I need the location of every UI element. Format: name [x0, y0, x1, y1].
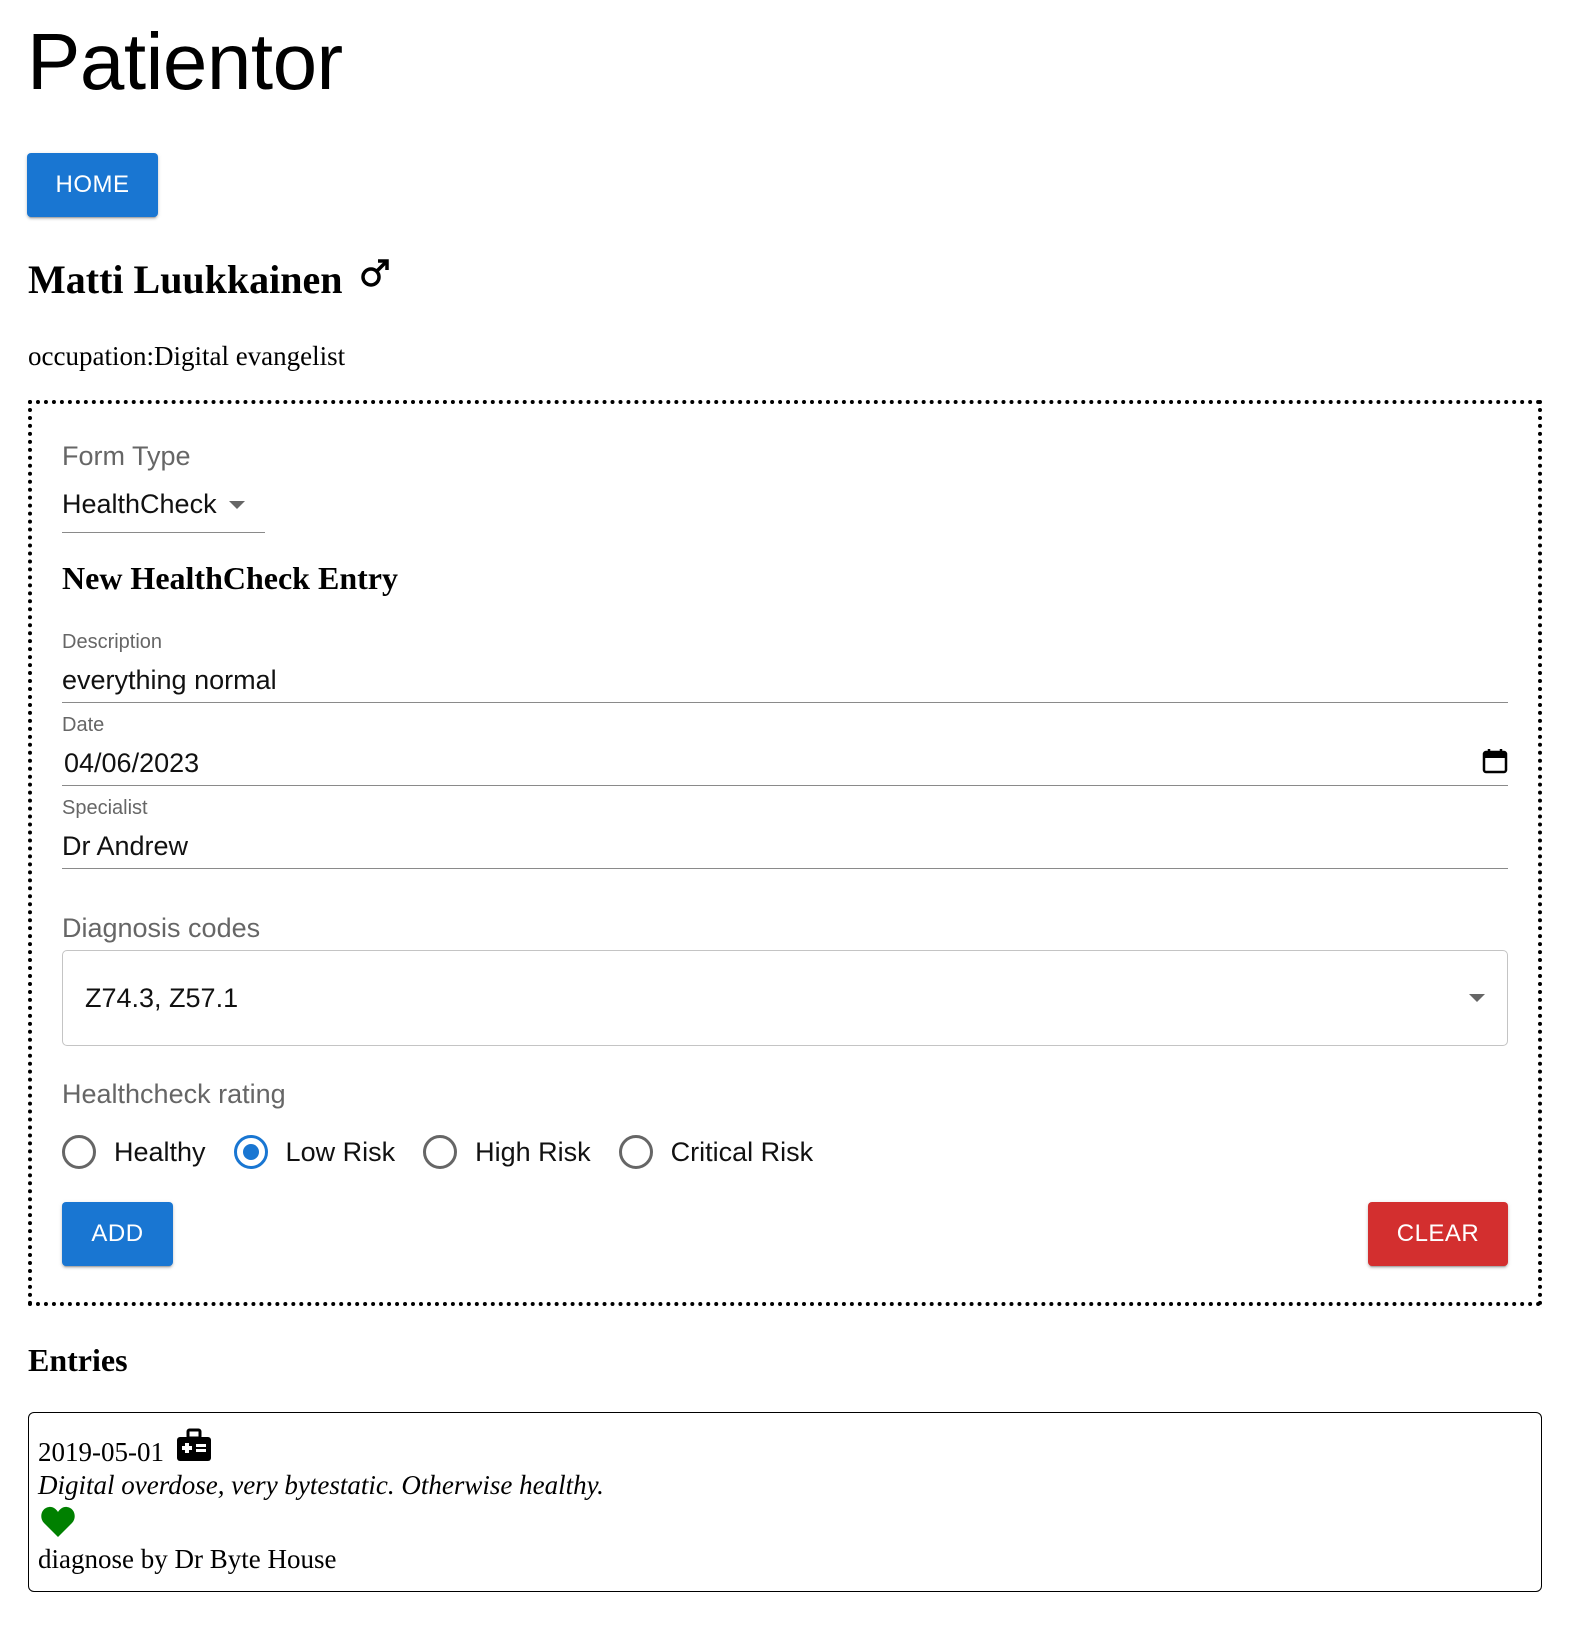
male-icon [360, 259, 389, 287]
clear-button[interactable]: CLEAR [1368, 1202, 1508, 1266]
form-type-select[interactable]: HealthCheck [62, 482, 265, 533]
add-button[interactable]: ADD [62, 1202, 173, 1266]
description-label: Description [62, 631, 163, 653]
healthcheck-rating-label: Healthcheck rating [62, 1079, 286, 1109]
form-title: New HealthCheck Entry [62, 560, 398, 596]
date-value: 04/06/2023 [64, 748, 200, 778]
heart-icon [41, 1506, 75, 1537]
rating-option-healthy[interactable]: Healthy [62, 1135, 206, 1169]
rating-option-high-risk[interactable]: High Risk [423, 1135, 591, 1169]
entry-form: Form Type HealthCheck New HealthCheck En… [28, 400, 1542, 1306]
entry-date: 2019-05-01 [38, 1437, 164, 1467]
calendar-icon[interactable] [1482, 747, 1508, 775]
rating-option-label: Critical Risk [670, 1136, 814, 1167]
rating-option-critical-risk[interactable]: Critical Risk [618, 1135, 814, 1169]
app-title: Patientor [27, 17, 343, 106]
specialist-label: Specialist [62, 797, 148, 819]
entries-title: Entries [28, 1342, 128, 1378]
date-field[interactable]: 04/06/2023 [62, 745, 1508, 786]
patient-occupation: occupation:Digital evangelist [28, 341, 346, 371]
radio-button[interactable] [62, 1135, 96, 1169]
entry-header: 2019-05-01 [38, 1425, 1532, 1469]
radio-button-checked[interactable] [233, 1135, 268, 1169]
medkit-icon [176, 1428, 211, 1461]
diagnosis-codes-value: Z74.3, Z57.1 [85, 983, 239, 1013]
rating-option-label: Healthy [114, 1136, 206, 1167]
patient-header: Matti Luukkainen [28, 252, 391, 308]
diagnosis-codes-select[interactable]: Z74.3, Z57.1 [62, 950, 1508, 1046]
chevron-down-icon [1469, 994, 1485, 1002]
specialist-field[interactable]: Dr Andrew [62, 828, 1508, 869]
rating-option-label: Low Risk [285, 1136, 396, 1167]
rating-option-low-risk[interactable]: Low Risk [233, 1135, 396, 1169]
radio-button[interactable] [618, 1135, 653, 1169]
entry-specialist: diagnose by Dr Byte House [38, 1544, 337, 1574]
rating-option-label: High Risk [475, 1136, 591, 1167]
home-button[interactable]: HOME [27, 153, 158, 217]
form-type-label: Form Type [62, 441, 191, 471]
description-field[interactable]: everything normal [62, 662, 1508, 703]
radio-button[interactable] [423, 1135, 458, 1169]
chevron-down-icon [228, 501, 245, 509]
form-type-value: HealthCheck [62, 489, 217, 519]
entry-card: 2019-05-01 Digital overdose, very bytest… [28, 1412, 1542, 1592]
date-label: Date [62, 714, 105, 736]
diagnosis-codes-label: Diagnosis codes [62, 913, 261, 943]
healthcheck-rating-group: Healthy Low Risk High Risk Critical Risk [62, 1122, 841, 1182]
entry-description: Digital overdose, very bytestatic. Other… [38, 1470, 604, 1500]
patient-name: Matti Luukkainen [28, 257, 343, 302]
